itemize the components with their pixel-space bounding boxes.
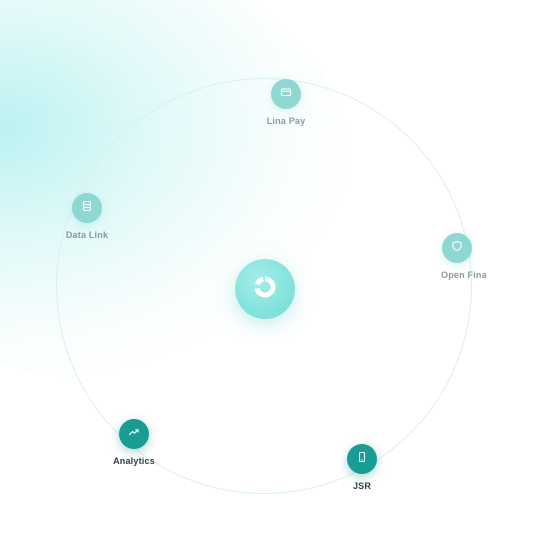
shield-icon [451,239,463,257]
node-open-finance-label: Open Fina [441,270,487,280]
node-open-finance-dot[interactable] [442,233,472,263]
card-icon [280,85,292,103]
hub-node[interactable] [235,259,295,319]
node-lina-pay-dot[interactable] [271,79,301,109]
node-jsr-label: JSR [352,481,372,491]
node-analytics-label: Analytics [113,456,155,466]
ecosystem-diagram: Lina Pay Data Link Open Fina Analytics J… [0,0,548,550]
donut-chart-icon [251,273,279,306]
node-data-link-label: Data Link [65,230,109,240]
node-analytics-dot[interactable] [119,419,149,449]
node-data-link-dot[interactable] [72,193,102,223]
trend-up-icon [128,425,140,443]
phone-icon [356,450,368,468]
node-jsr-dot[interactable] [347,444,377,474]
database-icon [81,199,93,217]
node-lina-pay-label: Lina Pay [266,116,306,126]
diagram-clip: Lina Pay Data Link Open Fina Analytics J… [0,0,487,550]
